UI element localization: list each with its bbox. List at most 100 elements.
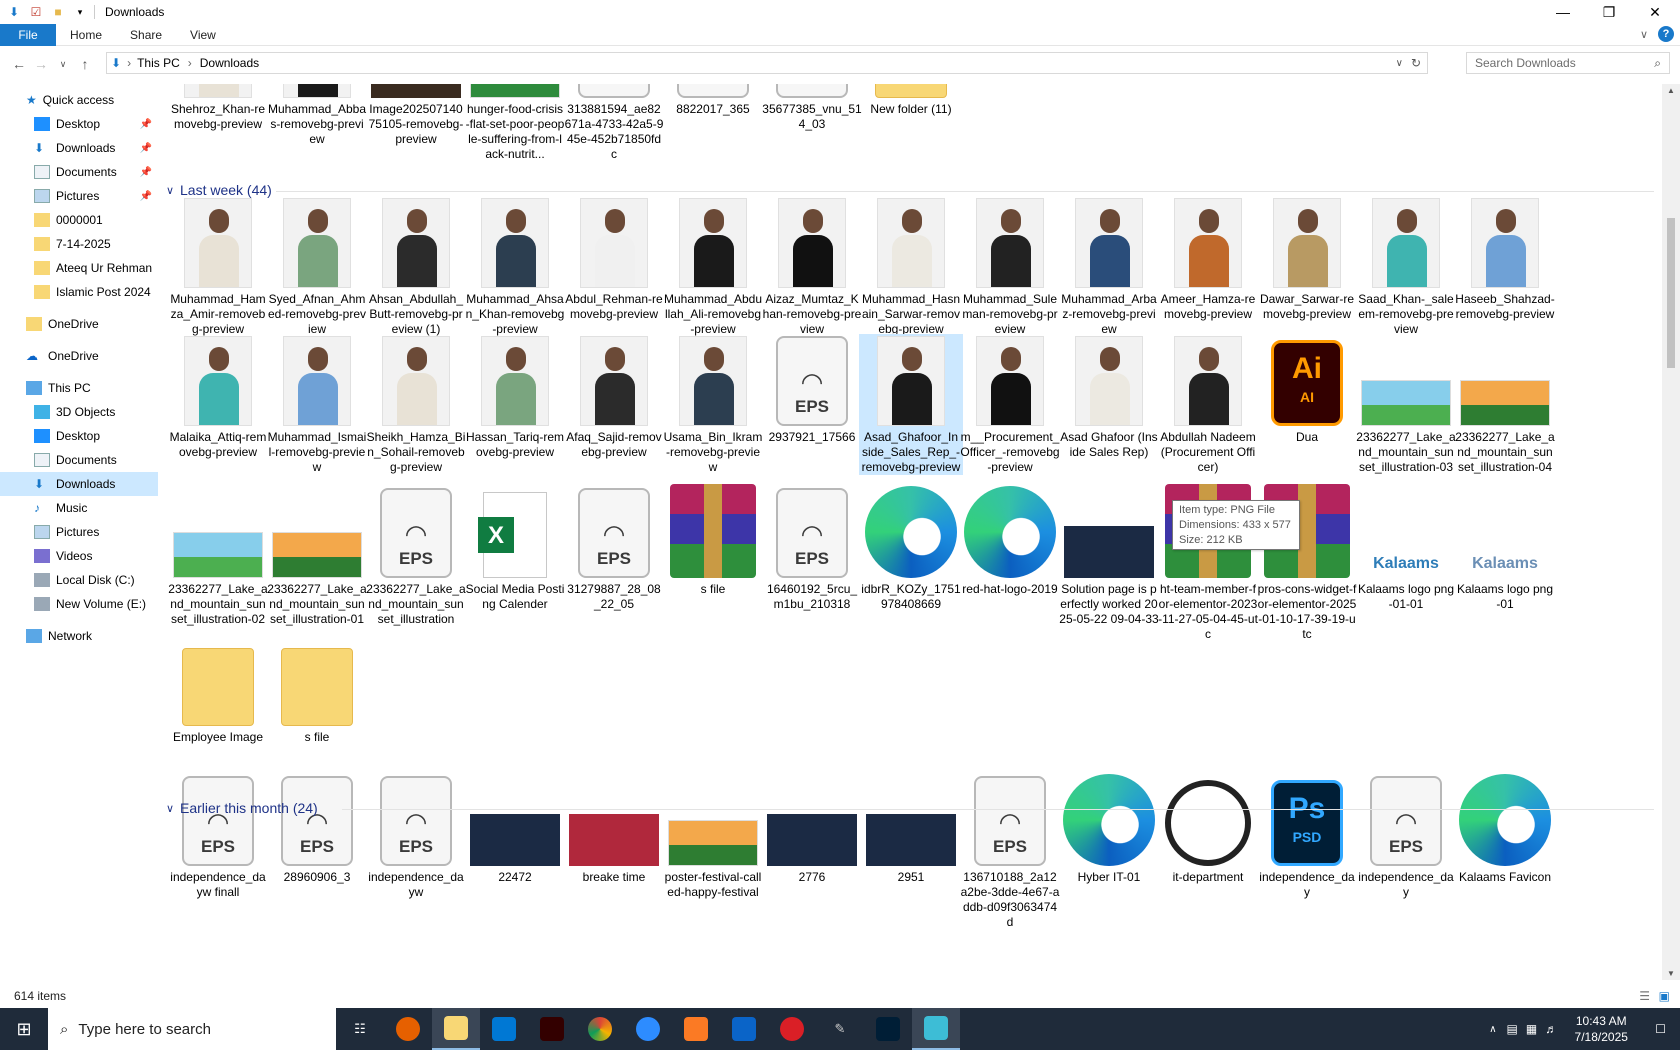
zoom-button[interactable] <box>624 1008 672 1050</box>
file-item[interactable]: ◠ EPS 136710188_2a12a2be-3dde-4e67-addb-d0… <box>958 774 1062 930</box>
nav-network[interactable]: Network <box>0 624 158 648</box>
file-item[interactable]: m__Procurement_Officer_-removebg-preview <box>958 334 1062 475</box>
file-explorer-button[interactable] <box>432 1008 480 1050</box>
download-arrow-icon[interactable]: ⬇ <box>6 4 22 20</box>
file-item[interactable]: Muhammad_Ahsan_Khan-removebg-preview <box>463 196 567 337</box>
app-button[interactable] <box>912 1008 960 1050</box>
file-item[interactable]: Syed_Afnan_Ahmed-removebg-preview <box>265 196 369 337</box>
address-dropdown-icon[interactable]: ∨ <box>1396 58 1403 69</box>
new-folder-icon[interactable]: ■ <box>50 4 66 20</box>
file-item[interactable]: ◠ EPS 31279887_28_08_22_05 <box>562 486 666 612</box>
nav-pc-music[interactable]: ♪ Music <box>0 496 158 520</box>
nav-pc-3d-objects[interactable]: 3D Objects <box>0 400 158 424</box>
file-item[interactable]: Abdullah Nadeem (Procurement Officer) <box>1156 334 1260 475</box>
file-item[interactable]: 22472 <box>463 774 567 885</box>
nav-onedrive[interactable]: OneDrive <box>0 312 158 336</box>
photoshop-button[interactable] <box>864 1008 912 1050</box>
file-item[interactable]: Usama_Bin_Ikram-removebg-preview <box>661 334 765 475</box>
nav-pc-pictures[interactable]: Pictures <box>0 520 158 544</box>
vscode-button[interactable] <box>480 1008 528 1050</box>
nav-item-desktop[interactable]: Desktop 📌 <box>0 112 158 136</box>
scroll-down-icon[interactable]: ▼ <box>1667 969 1675 978</box>
file-item[interactable]: ◠ EPS 28960906_3 <box>265 774 369 885</box>
breadcrumb-separator-icon[interactable]: › <box>188 56 192 70</box>
file-item[interactable]: ◠EPS 313881594_ae82671a-4733-42a5-945e-45… <box>562 84 666 162</box>
outlook-button[interactable] <box>720 1008 768 1050</box>
file-item[interactable]: New folder (11) <box>859 84 963 117</box>
vertical-scrollbar[interactable]: ▲ ▼ <box>1662 84 1680 980</box>
file-item[interactable]: Employee Image <box>166 638 270 745</box>
nav-item-folder[interactable]: 0000001 <box>0 208 158 232</box>
forward-button[interactable]: → <box>30 53 52 75</box>
nav-pc-local-disk[interactable]: Local Disk (C:) <box>0 568 158 592</box>
back-button[interactable]: ← <box>8 53 30 75</box>
nav-pc-videos[interactable]: Videos <box>0 544 158 568</box>
breadcrumb-separator-icon[interactable]: › <box>127 56 131 70</box>
file-item[interactable]: ◠ EPS independence_dayw finall <box>166 774 270 900</box>
file-item[interactable]: ◠ EPS independence_dayw <box>364 774 468 900</box>
file-item[interactable]: Hassan_Tariq-removebg-preview <box>463 334 567 460</box>
file-item[interactable]: ◠ EPS independence_day <box>1354 774 1458 900</box>
file-item[interactable]: poster-festival-called-happy-festival <box>661 774 765 900</box>
file-item[interactable]: X Social Media Posting Calender <box>463 486 567 612</box>
firefox-button[interactable] <box>384 1008 432 1050</box>
file-item[interactable]: ◠ EPS 16460192_5rcu_m1bu_210318 <box>760 486 864 612</box>
maximize-button[interactable]: ❐ <box>1586 0 1632 24</box>
start-button[interactable]: ⊞ <box>0 1008 48 1050</box>
file-item[interactable]: ◠ EPS 2937921_17566 <box>760 334 864 445</box>
file-item[interactable]: Ameer_Hamza-removebg-preview <box>1156 196 1260 322</box>
collapse-chevron-icon[interactable]: ∨ <box>166 184 180 197</box>
file-item[interactable]: Solution page is perfectly worked 2025-0… <box>1057 486 1161 627</box>
nav-item-documents[interactable]: Documents 📌 <box>0 160 158 184</box>
file-item[interactable]: Shehroz_Khan-removebg-preview <box>166 84 270 132</box>
notification-icon[interactable]: ☐ <box>1641 1022 1680 1036</box>
creative-cloud-button[interactable] <box>768 1008 816 1050</box>
network-tray-icon[interactable]: ▤ <box>1503 1022 1522 1036</box>
file-item[interactable]: idbrR_KOZy_1751978408669 <box>859 486 963 612</box>
large-icons-view-icon[interactable]: ▣ <box>1659 989 1670 1003</box>
file-item[interactable]: Image20250714075105-removebg-preview <box>364 84 468 147</box>
file-item[interactable]: Muhammad_Abbas-removebg-preview <box>265 84 369 147</box>
file-item[interactable]: Aizaz_Mumtaz_Khan-removebg-preview <box>760 196 864 337</box>
nav-pc-new-volume[interactable]: New Volume (E:) <box>0 592 158 616</box>
nav-item-folder[interactable]: 7-14-2025 <box>0 232 158 256</box>
scroll-up-icon[interactable]: ▲ <box>1667 86 1675 95</box>
file-item[interactable]: s file <box>265 638 369 745</box>
scroll-thumb[interactable] <box>1667 218 1675 368</box>
illustrator-button[interactable] <box>528 1008 576 1050</box>
file-item[interactable]: Muhammad_Hamza_Amir-removebg-preview <box>166 196 270 337</box>
file-item[interactable]: Muhammad_Suleman-removebg-preview <box>958 196 1062 337</box>
file-item[interactable]: Kalaams Favicon <box>1453 774 1557 885</box>
group-header-earlier-this-month[interactable]: ∨ Earlier this month (24) <box>166 800 318 816</box>
file-item[interactable]: ◠EPS 35677385_vnu_514_03 <box>760 84 864 132</box>
file-item[interactable]: red-hat-logo-2019 <box>958 486 1062 597</box>
breadcrumb-this-pc[interactable]: This PC <box>137 56 180 70</box>
file-item[interactable]: Afaq_Sajid-removebg-preview <box>562 334 666 460</box>
file-item[interactable]: Ps PSD independence_day <box>1255 774 1359 900</box>
nav-pc-downloads[interactable]: ⬇ Downloads <box>0 472 158 496</box>
nav-item-folder[interactable]: Ateeq Ur Rehman <box>0 256 158 280</box>
file-item[interactable]: 23362277_Lake_and_mountain_sunset_illust… <box>1453 334 1557 475</box>
breadcrumb-downloads[interactable]: Downloads <box>200 56 259 70</box>
file-item[interactable]: ◠EPS 8822017_365 <box>661 84 765 117</box>
close-button[interactable]: ✕ <box>1632 0 1678 24</box>
recent-locations-button[interactable]: ∨ <box>52 53 74 75</box>
file-item[interactable]: Haseeb_Shahzad-removebg-preview <box>1453 196 1557 322</box>
nav-item-downloads[interactable]: ⬇ Downloads 📌 <box>0 136 158 160</box>
nav-item-pictures[interactable]: Pictures 📌 <box>0 184 158 208</box>
file-item[interactable]: 23362277_Lake_and_mountain_sunset_illust… <box>166 486 270 627</box>
file-item[interactable]: ◠ EPS 23362277_Lake_and_mountain_sunset_il… <box>364 486 468 627</box>
file-item[interactable]: it-department <box>1156 774 1260 885</box>
file-item[interactable]: Abdul_Rehman-removebg-preview <box>562 196 666 322</box>
help-icon[interactable]: ? <box>1658 26 1674 42</box>
nav-item-folder[interactable]: Islamic Post 2024 <box>0 280 158 304</box>
chrome-button[interactable] <box>576 1008 624 1050</box>
details-view-icon[interactable]: ☰ <box>1639 989 1650 1003</box>
expand-ribbon-icon[interactable]: ∨ <box>1640 28 1648 41</box>
minimize-button[interactable]: — <box>1540 0 1586 24</box>
file-item[interactable]: Dawar_Sarwar-removebg-preview <box>1255 196 1359 322</box>
file-item[interactable]: Ahsan_Abdullah_Butt-removebg-preview (1) <box>364 196 468 337</box>
nav-pc-documents[interactable]: Documents <box>0 448 158 472</box>
file-item[interactable]: Asad_Ghafoor_Inside_Sales_Rep_-removebg-… <box>859 334 963 475</box>
refresh-icon[interactable]: ↻ <box>1411 56 1421 70</box>
